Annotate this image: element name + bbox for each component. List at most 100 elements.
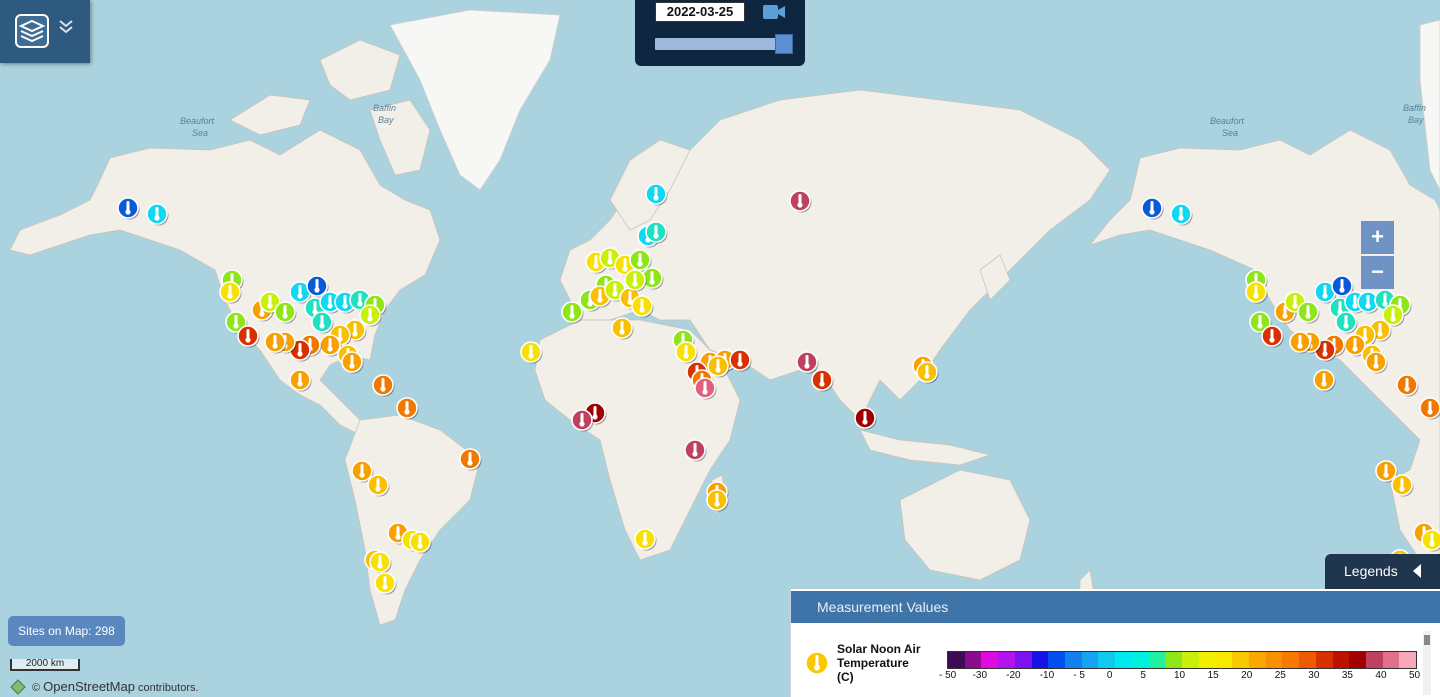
color-swatch [1165, 652, 1183, 668]
site-marker[interactable] [1313, 369, 1336, 392]
site-marker[interactable] [645, 183, 668, 206]
site-marker[interactable] [372, 374, 395, 397]
site-marker[interactable] [409, 531, 432, 554]
color-scale-tick: 15 [1207, 670, 1219, 681]
time-control: 2022-03-25 [635, 0, 805, 66]
site-marker[interactable] [1391, 474, 1414, 497]
site-marker[interactable] [1261, 325, 1284, 348]
site-marker[interactable] [369, 551, 392, 574]
legend-title: Measurement Values [817, 599, 949, 615]
color-scale-tick: 30 [1308, 670, 1320, 681]
color-scale-tick: -20 [1006, 670, 1021, 681]
site-marker[interactable] [796, 351, 819, 374]
video-camera-icon[interactable] [762, 3, 786, 21]
color-scale-tick: 10 [1174, 670, 1186, 681]
site-marker[interactable] [561, 301, 584, 324]
site-marker[interactable] [707, 355, 730, 378]
osm-logo-icon [10, 679, 26, 695]
site-marker[interactable] [706, 489, 729, 512]
site-marker[interactable] [1141, 197, 1164, 220]
color-scale-tick: - 50 [939, 670, 957, 681]
osm-link[interactable]: OpenStreetMap [43, 679, 135, 694]
color-swatch [1014, 652, 1032, 668]
site-marker[interactable] [1365, 351, 1388, 374]
site-marker[interactable] [854, 407, 877, 430]
site-marker[interactable] [146, 203, 169, 226]
time-slider-track[interactable] [655, 38, 785, 50]
site-marker[interactable] [684, 439, 707, 462]
site-marker[interactable] [634, 528, 657, 551]
site-marker[interactable] [571, 409, 594, 432]
color-swatch [1265, 652, 1283, 668]
color-swatch [964, 652, 982, 668]
site-marker[interactable] [274, 301, 297, 324]
legend-body: Solar Noon Air Temperature (C) - 50 -30 -2… [791, 625, 1431, 697]
chevron-down-icon[interactable] [57, 18, 75, 40]
baffin-label-1: Baffin [373, 103, 396, 113]
site-marker[interactable] [374, 572, 397, 595]
site-marker[interactable] [694, 377, 717, 400]
site-marker[interactable] [459, 448, 482, 471]
site-marker[interactable] [264, 331, 287, 354]
color-scale-ticks: - 50 -30 -20 -10- 5 0 5 10 15 20 25 30 35 40 50 [939, 670, 1420, 684]
color-swatch [1282, 652, 1300, 668]
layers-button[interactable] [15, 14, 49, 48]
arctic-islands [229, 94, 311, 136]
site-marker[interactable] [1396, 374, 1419, 397]
indonesia [859, 429, 992, 466]
color-scale-tick: 5 [1140, 670, 1146, 681]
site-marker[interactable] [1170, 203, 1193, 226]
color-scale-tick: -10 [1039, 670, 1055, 681]
date-display[interactable]: 2022-03-25 [655, 2, 745, 22]
color-scale-tick: - 5 [1073, 670, 1085, 681]
color-scale-tick: -30 [972, 670, 988, 681]
site-marker[interactable] [631, 295, 654, 318]
site-marker[interactable] [1297, 301, 1320, 324]
site-marker[interactable] [645, 221, 668, 244]
site-marker[interactable] [520, 341, 543, 364]
color-swatch [1382, 652, 1400, 668]
variable-name-line1: Solar Noon Air [837, 642, 921, 656]
color-swatch [1399, 652, 1417, 668]
collapse-arrow-icon[interactable] [1413, 564, 1421, 578]
site-marker[interactable] [311, 311, 334, 334]
color-scale-tick: 0 [1106, 670, 1113, 681]
legends-toggle[interactable]: Legends [1325, 554, 1440, 589]
site-marker[interactable] [219, 281, 242, 304]
color-swatch [1365, 652, 1383, 668]
beaufort-label-2: Sea [192, 128, 208, 138]
color-scale-tick: 35 [1341, 670, 1353, 681]
color-swatch [1232, 652, 1249, 668]
zoom-out-button[interactable]: − [1361, 256, 1394, 289]
beaufort-label-repeat-1: Beaufort [1210, 116, 1245, 126]
site-marker[interactable] [729, 349, 752, 372]
color-swatch [1098, 652, 1116, 668]
site-marker[interactable] [341, 351, 364, 374]
layers-control[interactable] [0, 0, 90, 63]
color-swatch [981, 652, 999, 668]
color-swatch [1315, 652, 1333, 668]
site-marker[interactable] [624, 269, 647, 292]
zoom-in-button[interactable]: + [1361, 221, 1394, 254]
legend-scrollbar[interactable] [1423, 631, 1431, 695]
site-marker[interactable] [1245, 281, 1268, 304]
site-marker[interactable] [611, 317, 634, 340]
color-swatch [1148, 652, 1166, 668]
site-marker[interactable] [675, 341, 698, 364]
site-marker[interactable] [1335, 311, 1358, 334]
site-marker[interactable] [117, 197, 140, 220]
color-swatch [1031, 652, 1049, 668]
time-slider-handle[interactable] [775, 34, 793, 54]
color-swatch [1182, 652, 1199, 668]
site-marker[interactable] [367, 474, 390, 497]
site-marker[interactable] [916, 361, 939, 384]
color-swatch [1081, 652, 1099, 668]
color-swatch [1332, 652, 1350, 668]
site-marker[interactable] [396, 397, 419, 420]
site-marker[interactable] [1289, 331, 1312, 354]
site-marker[interactable] [289, 369, 312, 392]
site-marker[interactable] [811, 369, 834, 392]
color-swatch [1115, 652, 1132, 668]
site-marker[interactable] [789, 190, 812, 213]
site-marker[interactable] [237, 325, 260, 348]
